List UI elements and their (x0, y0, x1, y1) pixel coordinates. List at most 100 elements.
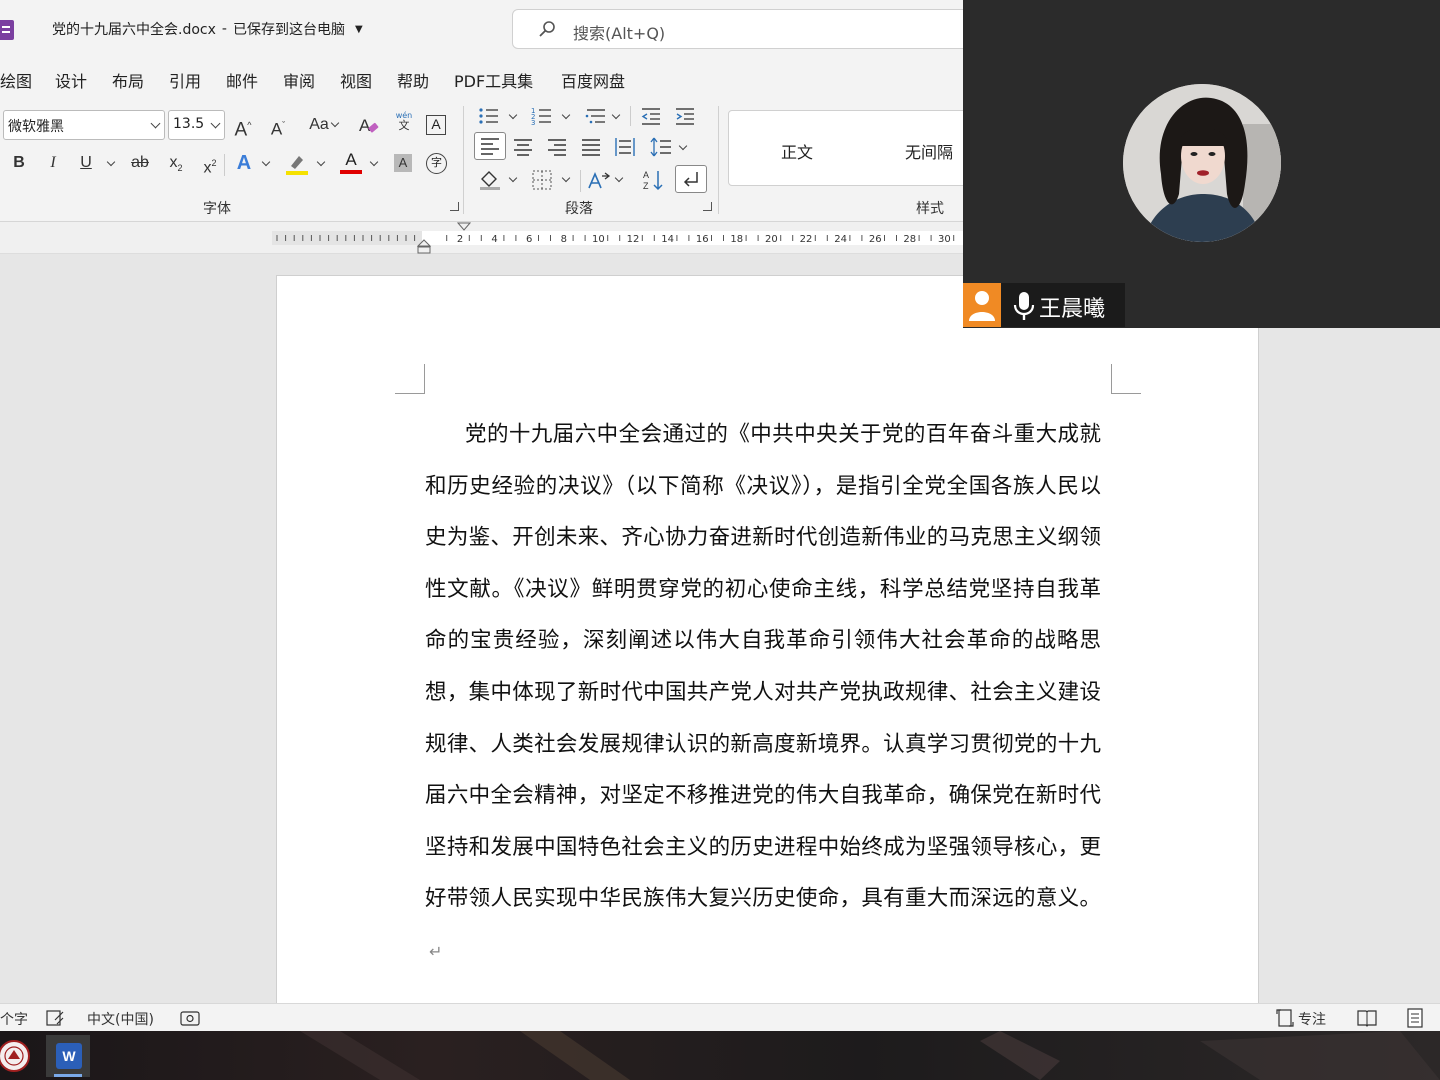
ruler-label: 8 (561, 234, 567, 245)
tab-help[interactable]: 帮助 (397, 68, 429, 92)
tab-references[interactable]: 引用 (169, 68, 201, 92)
numbering-icon[interactable]: 123 (531, 106, 553, 126)
decrease-indent-icon[interactable] (640, 106, 662, 126)
chevron-down-icon[interactable] (508, 110, 518, 120)
body-paragraph[interactable]: 党的十九届六中全会通过的《中共中央关于党的百年奋斗重大成就和历史经验的决议》（以… (425, 409, 1101, 978)
paragraph-dialog-launcher-icon[interactable] (703, 202, 712, 211)
taskbar-word[interactable]: W (46, 1035, 90, 1077)
distributed-icon[interactable] (614, 137, 636, 157)
borders-icon[interactable] (531, 170, 553, 190)
group-divider (718, 106, 719, 214)
tab-pdf-tools[interactable]: PDF工具集 (454, 68, 533, 92)
chevron-down-icon[interactable]: ▼ (355, 24, 363, 35)
word-app-icon[interactable] (0, 20, 14, 40)
style-normal[interactable]: 正文 (781, 139, 813, 163)
change-case-label: Aa (309, 116, 329, 133)
first-line-indent-icon[interactable] (457, 222, 471, 232)
text-effects-button[interactable]: A (232, 151, 256, 175)
italic-button[interactable]: I (41, 151, 65, 175)
increase-indent-icon[interactable] (674, 106, 696, 126)
highlighter-icon[interactable] (285, 152, 309, 176)
document-title[interactable]: 党的十九届六中全会.docx - 已保存到这台电脑 ▼ (52, 19, 363, 39)
shrink-font-button[interactable]: Aˇ (266, 113, 290, 139)
chevron-down-icon[interactable] (678, 141, 688, 151)
font-dialog-launcher-icon[interactable] (450, 202, 459, 211)
font-size-value: 13.5 (173, 116, 205, 132)
font-size-select[interactable]: 13.5 (168, 110, 225, 140)
strikethrough-button[interactable]: ab (128, 151, 152, 175)
svg-text:Z: Z (643, 181, 649, 191)
word-count[interactable]: 个字 (0, 1009, 28, 1029)
tab-review[interactable]: 审阅 (283, 68, 315, 92)
align-left-button[interactable] (474, 132, 506, 160)
grow-font-button[interactable]: A^ (231, 113, 255, 140)
chevron-down-icon (150, 118, 161, 129)
horizontal-ruler[interactable]: 2 4 6 8 10 12 14 16 18 20 22 24 26 28 30 (272, 228, 972, 248)
chevron-down-icon[interactable] (561, 110, 571, 120)
person-icon (969, 291, 995, 321)
superscript-button[interactable]: x2 (198, 151, 222, 176)
page-corner-mark (395, 364, 425, 394)
ruler-label: 18 (730, 234, 743, 245)
focus-icon[interactable] (1276, 1009, 1294, 1027)
style-no-spacing[interactable]: 无间隔 (905, 139, 953, 163)
line-spacing-icon[interactable] (650, 137, 672, 157)
justify-icon[interactable] (581, 138, 601, 156)
chevron-down-icon[interactable] (106, 157, 116, 167)
subscript-mark: 2 (177, 163, 183, 174)
chinese-layout-icon[interactable] (587, 170, 611, 190)
svg-text:3: 3 (531, 119, 535, 126)
chevron-down-icon[interactable] (508, 173, 518, 183)
paragraph-mark-icon (683, 172, 698, 187)
styles-gallery: 正文 无间隔 (728, 110, 968, 186)
chevron-down-icon[interactable] (614, 173, 624, 183)
chevron-down-icon[interactable] (369, 157, 379, 167)
align-center-icon[interactable] (513, 138, 533, 156)
tab-design[interactable]: 设计 (55, 68, 87, 92)
paragraph-shading-icon[interactable] (478, 169, 502, 191)
phonetic-guide-button[interactable]: wén 文 (393, 111, 415, 131)
taskbar-app-1[interactable] (0, 1035, 38, 1077)
chevron-down-icon[interactable] (561, 173, 571, 183)
clear-formatting-icon[interactable]: A (358, 114, 380, 136)
group-label-font: 字体 (203, 201, 231, 217)
chevron-down-icon[interactable] (316, 157, 326, 167)
accessibility-icon[interactable] (180, 1009, 200, 1027)
university-logo-icon (0, 1040, 30, 1072)
font-color-button[interactable]: A (340, 150, 362, 176)
show-marks-button[interactable] (675, 165, 707, 193)
video-call-window[interactable]: 王晨曦 (963, 0, 1440, 328)
participant-name: 王晨曦 (1039, 297, 1106, 322)
microphone-icon[interactable] (1013, 291, 1035, 321)
change-case-button[interactable]: Aa (304, 113, 334, 137)
font-name-select[interactable]: 微软雅黑 (3, 110, 165, 140)
chevron-down-icon[interactable] (261, 157, 271, 167)
character-shading-button[interactable]: A (394, 154, 412, 172)
participant-video (1123, 84, 1281, 242)
tab-mailings[interactable]: 邮件 (226, 68, 258, 92)
focus-button[interactable]: 专注 (1298, 1009, 1326, 1029)
bold-button[interactable]: B (7, 151, 31, 175)
tab-view[interactable]: 视图 (340, 68, 372, 92)
read-mode-icon[interactable] (1357, 1009, 1377, 1027)
chevron-down-icon[interactable] (611, 110, 621, 120)
document-filename: 党的十九届六中全会.docx (52, 22, 216, 38)
print-layout-icon[interactable] (1406, 1008, 1424, 1028)
proofing-icon[interactable] (46, 1010, 64, 1026)
language-indicator[interactable]: 中文(中国) (87, 1009, 154, 1029)
ruler-label: 2 (457, 234, 463, 245)
document-page[interactable]: 党的十九届六中全会通过的《中共中央关于党的百年奋斗重大成就和历史经验的决议》（以… (276, 275, 1259, 1035)
align-right-icon[interactable] (547, 138, 567, 156)
bullets-icon[interactable] (478, 106, 500, 126)
underline-button[interactable]: U (74, 151, 98, 175)
tab-layout[interactable]: 布局 (112, 68, 144, 92)
enclose-characters-button[interactable]: 字 (426, 153, 447, 174)
sort-icon[interactable]: AZ (642, 169, 664, 191)
indent-marker-icon[interactable] (417, 237, 431, 255)
tab-draw[interactable]: 绘图 (0, 68, 32, 92)
character-border-button[interactable]: A (426, 115, 446, 135)
search-box[interactable]: 搜索(Alt+Q) (512, 9, 972, 49)
tab-baidu-netdisk[interactable]: 百度网盘 (561, 68, 625, 92)
subscript-button[interactable]: x2 (164, 151, 188, 175)
multilevel-list-icon[interactable] (585, 106, 607, 126)
